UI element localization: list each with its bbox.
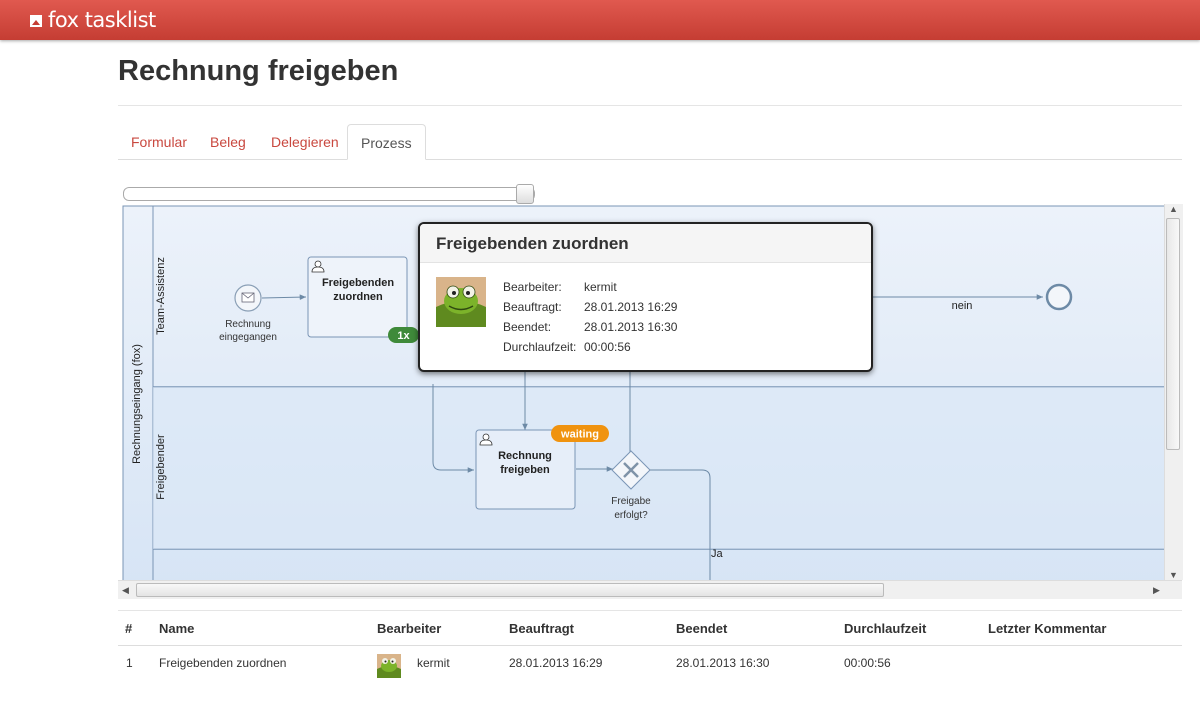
user-avatar	[436, 277, 486, 327]
end-event[interactable]	[1045, 283, 1073, 311]
divider	[118, 105, 1182, 106]
zoom-slider-handle[interactable]	[516, 184, 534, 204]
scroll-up-icon[interactable]: ▲	[1169, 204, 1178, 214]
field-label: Bearbeiter:	[503, 280, 562, 294]
divider	[118, 610, 1182, 611]
column-header-beendet[interactable]: Beendet	[676, 621, 727, 636]
svg-text:zuordnen: zuordnen	[333, 291, 383, 303]
zoom-slider-track[interactable]	[123, 187, 535, 201]
lane-freigebender-bg	[153, 387, 1178, 549]
scroll-down-icon[interactable]: ▼	[1169, 570, 1178, 580]
field-value-beauftragt: 28.01.2013 16:29	[584, 300, 678, 314]
lane-label-freigebender: Freigebender	[155, 434, 167, 500]
cell-bearbeiter: kermit	[417, 656, 450, 670]
svg-text:1x: 1x	[397, 330, 410, 342]
brand-name: fox tasklist	[48, 8, 156, 32]
column-header-kommentar[interactable]: Letzter Kommentar	[988, 621, 1106, 636]
cell-beendet: 28.01.2013 16:30	[676, 656, 770, 670]
field-label: Beendet:	[503, 320, 552, 334]
svg-text:freigeben: freigeben	[500, 464, 550, 476]
start-event[interactable]	[234, 284, 262, 312]
brand-link[interactable]: fox tasklist	[30, 8, 156, 32]
start-event-label-line1: Rechnung	[225, 319, 271, 330]
gateway-label-line2: erfolgt?	[614, 510, 648, 521]
tab-prozess[interactable]: Prozess	[347, 124, 426, 160]
user-avatar	[377, 654, 401, 678]
svg-text:Freigebenden: Freigebenden	[322, 277, 394, 289]
field-value-durchlaufzeit: 00:00:56	[584, 340, 631, 354]
badge-status: waiting	[551, 425, 609, 442]
tab-formular[interactable]: Formular	[118, 124, 200, 159]
cell-name: Freigebenden zuordnen	[159, 656, 287, 670]
badge-count: 1x	[388, 327, 419, 343]
cell-beauftragt: 28.01.2013 16:29	[509, 656, 603, 670]
cell-durchlaufzeit: 00:00:56	[844, 656, 891, 670]
svg-text:Rechnung: Rechnung	[498, 450, 552, 462]
column-header-durchlaufzeit[interactable]: Durchlaufzeit	[844, 621, 926, 636]
vertical-scroll-thumb[interactable]	[1166, 218, 1180, 450]
tab-bar: Formular Beleg Delegieren Prozess	[118, 124, 1182, 160]
pool-label: Rechnungseingang (fox)	[131, 344, 143, 464]
task-freigebenden-zuordnen[interactable]: Freigebenden zuordnen	[307, 256, 408, 338]
top-navbar: fox tasklist	[0, 0, 1200, 40]
gateway-label-line1: Freigabe	[611, 496, 651, 507]
envelope-icon	[241, 292, 255, 303]
field-value-bearbeiter: kermit	[584, 280, 617, 294]
cell-num: 1	[126, 656, 133, 670]
field-label: Durchlaufzeit:	[503, 340, 577, 354]
flow-label-ja: Ja	[711, 548, 724, 560]
scroll-right-icon[interactable]: ▶	[1153, 585, 1160, 596]
flow-label-nein: nein	[952, 300, 973, 312]
task-details-popup: Freigebenden zuordnen Bearbeiter: kermit…	[418, 222, 873, 372]
field-value-beendet: 28.01.2013 16:30	[584, 320, 678, 334]
horizontal-scroll-thumb[interactable]	[136, 583, 884, 597]
column-header-name[interactable]: Name	[159, 621, 194, 636]
lane-label-team-assistenz: Team-Assistenz	[155, 257, 167, 335]
field-label: Beauftragt:	[503, 300, 562, 314]
scroll-left-icon[interactable]: ◀	[122, 585, 129, 596]
page-title: Rechnung freigeben	[118, 55, 399, 87]
logo-icon	[30, 15, 42, 27]
column-header-bearbeiter[interactable]: Bearbeiter	[377, 621, 441, 636]
divider	[118, 645, 1182, 646]
column-header-beauftragt[interactable]: Beauftragt	[509, 621, 574, 636]
tab-beleg[interactable]: Beleg	[197, 124, 259, 159]
column-header-num: #	[125, 621, 133, 636]
start-event-label-line2: eingegangen	[219, 332, 277, 343]
tab-delegieren[interactable]: Delegieren	[258, 124, 352, 159]
svg-text:waiting: waiting	[560, 429, 599, 441]
popup-title: Freigebenden zuordnen	[436, 234, 629, 253]
